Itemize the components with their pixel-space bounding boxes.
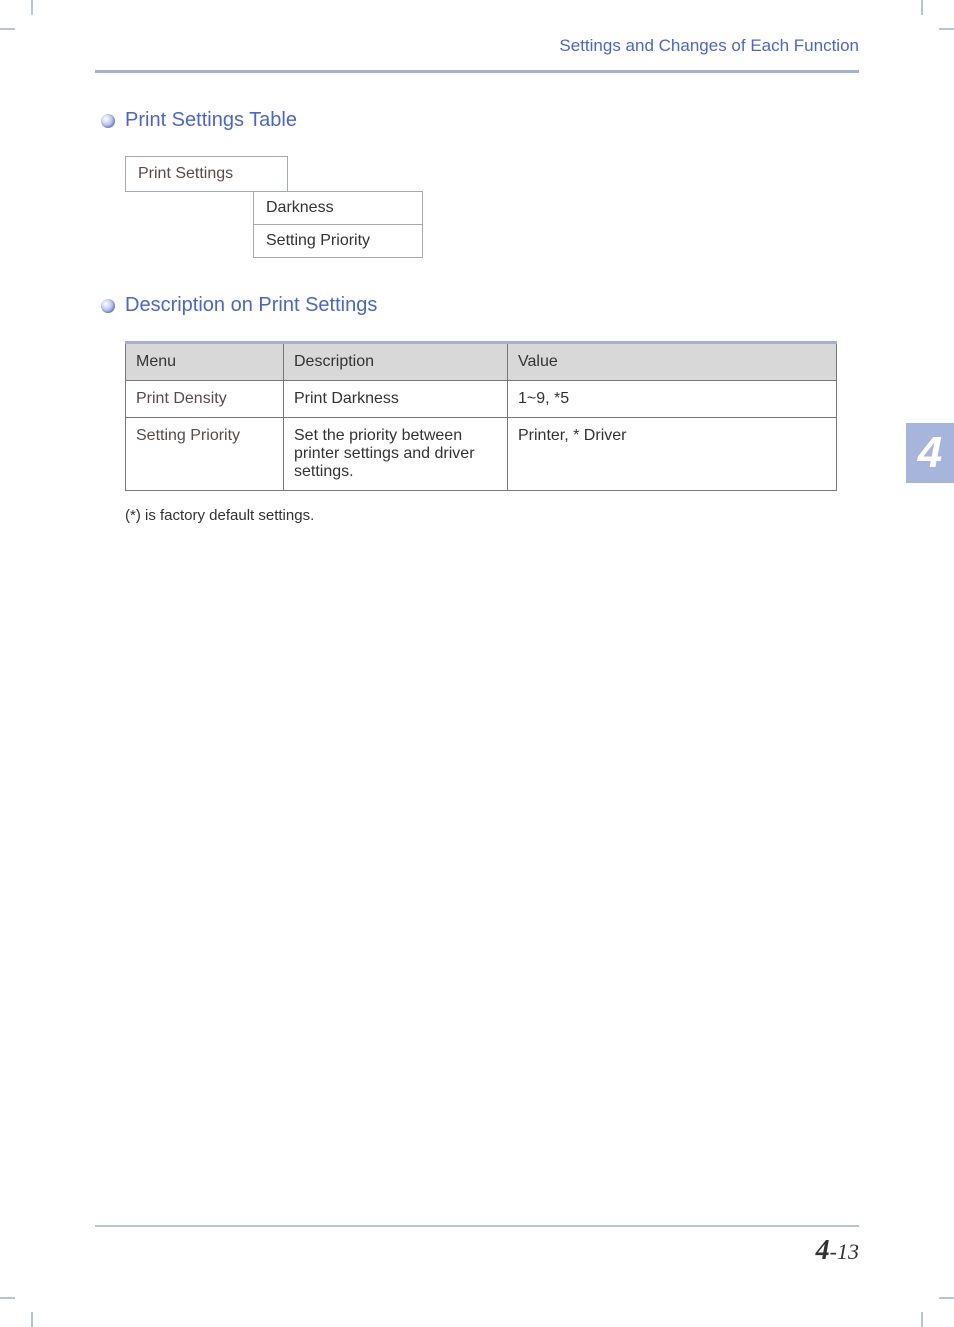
- crop-mark: [939, 1297, 954, 1299]
- tree-root: Print Settings: [125, 156, 288, 192]
- crop-mark: [31, 0, 33, 15]
- footer-chapter: 4: [816, 1235, 830, 1266]
- cell-value: 1~9, *5: [508, 381, 837, 418]
- table-row: Print Density Print Darkness 1~9, *5: [126, 381, 837, 418]
- bullet-icon: [101, 299, 115, 313]
- settings-tree: Print Settings Darkness Setting Priority: [125, 156, 859, 258]
- section-title-text: Description on Print Settings: [125, 294, 377, 317]
- chapter-tab: 4: [906, 423, 954, 483]
- section-description: Description on Print Settings Menu Descr…: [101, 294, 859, 524]
- crop-mark: [31, 1312, 33, 1327]
- crop-mark: [921, 1312, 923, 1327]
- cell-description: Print Darkness: [284, 381, 508, 418]
- crop-mark: [0, 1297, 15, 1299]
- th-description: Description: [284, 343, 508, 381]
- description-table: Menu Description Value Print Density Pri…: [125, 341, 837, 491]
- footer-page: 13: [837, 1239, 859, 1264]
- section-title: Print Settings Table: [101, 109, 859, 132]
- tree-item: Setting Priority: [253, 225, 423, 258]
- cell-description: Set the priority between printer setting…: [284, 418, 508, 491]
- tree-children: Darkness Setting Priority: [253, 191, 859, 258]
- crop-mark: [921, 0, 923, 15]
- section-print-settings-table: Print Settings Table Print Settings Dark…: [101, 109, 859, 258]
- cell-value: Printer, * Driver: [508, 418, 837, 491]
- page-footer: 4-13: [95, 1225, 859, 1267]
- tree-item: Darkness: [253, 191, 423, 225]
- table-row: Setting Priority Set the priority betwee…: [126, 418, 837, 491]
- footnote: (*) is factory default settings.: [125, 507, 859, 524]
- cell-menu: Print Density: [126, 381, 284, 418]
- th-value: Value: [508, 343, 837, 381]
- section-title: Description on Print Settings: [101, 294, 859, 317]
- bullet-icon: [101, 114, 115, 128]
- cell-menu: Setting Priority: [126, 418, 284, 491]
- th-menu: Menu: [126, 343, 284, 381]
- section-title-text: Print Settings Table: [125, 109, 297, 132]
- footer-sep: -: [830, 1239, 837, 1264]
- crop-mark: [939, 28, 954, 30]
- crop-mark: [0, 28, 15, 30]
- running-header: Settings and Changes of Each Function: [95, 36, 859, 73]
